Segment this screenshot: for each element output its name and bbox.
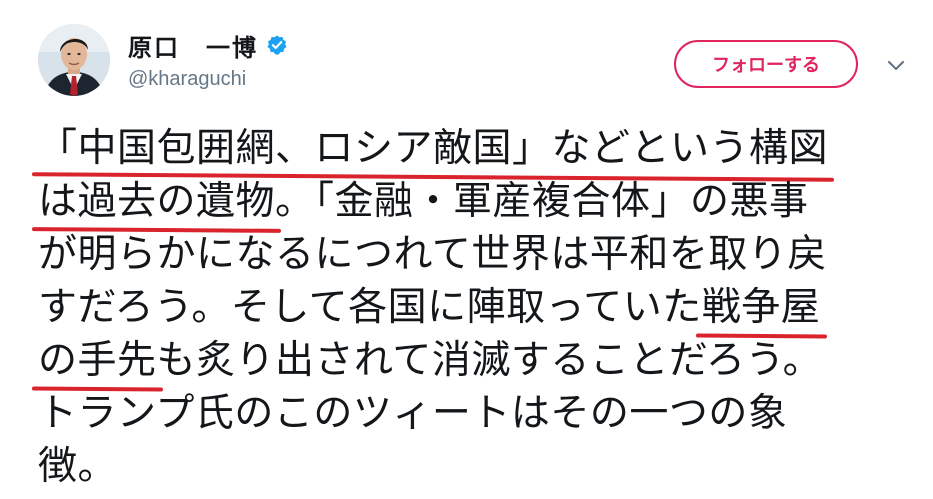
underlined-phrase: 「中国包囲網、ロシア敵国」などという構図 [38, 126, 829, 171]
name-row: 原口 一博 [128, 28, 288, 62]
tweet-text-segment: が明らかになるにつれて世界は平和を取り戻 [38, 232, 827, 277]
underlined-phrase: は過去の遺物 [38, 179, 276, 224]
tweet-line: トランプ氏のこのツィートはその一つの象 [38, 387, 918, 440]
tweet-header: 原口 一博 @kharaguchi フォローする [0, 0, 933, 120]
tweet-text-segment: 徴。 [38, 444, 118, 489]
tweet-line: すだろう。そして各国に陣取っていた戦争屋 [38, 281, 918, 334]
underlined-phrase: 戦争屋 [701, 285, 821, 330]
tweet-line: 徴。 [38, 440, 918, 493]
tweet-line: 「中国包囲網、ロシア敵国」などという構図 [38, 122, 918, 175]
user-handle[interactable]: @kharaguchi [128, 68, 246, 91]
avatar[interactable] [38, 24, 110, 96]
tweet-line: が明らかになるにつれて世界は平和を取り戻 [38, 228, 918, 281]
avatar-photo [38, 24, 110, 96]
tweet-line: は過去の遺物。「金融・軍産複合体」の悪事 [38, 175, 918, 228]
tweet-text: 「中国包囲網、ロシア敵国」などという構図 は過去の遺物。「金融・軍産複合体」の悪… [38, 122, 918, 493]
display-name[interactable]: 原口 一博 [128, 28, 258, 63]
tweet-text-segment: も炙り出されて消滅することだろう。 [156, 338, 823, 383]
tweet-line: の手先も炙り出されて消滅することだろう。 [38, 334, 918, 387]
tweet-text-segment: 。「金融・軍産複合体」の悪事 [275, 179, 809, 224]
verified-badge-icon [267, 35, 287, 55]
tweet-text-segment: トランプ氏のこのツィートはその一つの象 [38, 391, 788, 436]
follow-button[interactable]: フォローする [674, 40, 858, 88]
tweet-text-segment: すだろう。そして各国に陣取っていた [38, 285, 702, 330]
underlined-phrase: の手先 [38, 338, 157, 383]
chevron-down-icon[interactable] [885, 54, 907, 76]
